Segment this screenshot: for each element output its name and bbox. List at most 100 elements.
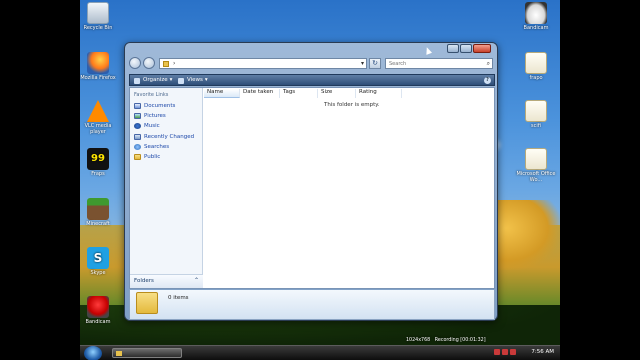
pictures-icon — [134, 113, 141, 119]
desktop-icon-label: Fraps — [91, 171, 105, 177]
desktop-icon-frapo[interactable]: frapo — [514, 52, 558, 81]
chevron-down-icon[interactable]: ▾ — [361, 60, 364, 67]
chevron-right-icon: › — [173, 60, 176, 67]
system-tray — [492, 349, 516, 355]
window-titlebar[interactable] — [125, 43, 497, 55]
favorite-link-searches[interactable]: Searches — [134, 144, 169, 150]
favorite-link-label: Pictures — [144, 113, 166, 119]
desktop-icon-bandicam[interactable]: Bandicam — [76, 296, 120, 325]
desktop-icon-skype[interactable]: S Skype — [76, 247, 120, 276]
folders-toggle[interactable]: Folders ⌃ — [130, 274, 203, 288]
desktop-icon-label: scifi — [531, 123, 541, 129]
desktop-icon-office-doc[interactable]: Microsoft Office Wo... — [514, 148, 558, 183]
folders-label: Folders — [134, 278, 154, 284]
favorite-link-recently-changed[interactable]: Recently Changed — [134, 134, 194, 140]
favorite-link-documents[interactable]: Documents — [134, 103, 175, 109]
tray-icon[interactable] — [510, 349, 516, 355]
favorite-link-pictures[interactable]: Pictures — [134, 113, 166, 119]
organize-icon — [134, 77, 140, 84]
navigation-pane: Favorite Links Documents Pictures Music … — [130, 88, 203, 288]
desktop-icon-vlc[interactable]: VLC media player — [76, 100, 120, 135]
favorite-link-label: Documents — [144, 103, 176, 109]
desktop-icon-recycle-bin[interactable]: Recycle Bin — [76, 2, 120, 31]
organize-label: Organize — [143, 77, 168, 83]
tray-icon[interactable] — [502, 349, 508, 355]
desktop-icon-label: Skype — [90, 270, 106, 276]
favorite-link-music[interactable]: Music — [134, 123, 160, 129]
office-doc-icon — [525, 148, 547, 170]
favorite-link-label: Recently Changed — [144, 134, 195, 140]
views-label: Views — [187, 77, 203, 83]
favorite-link-public[interactable]: Public — [134, 154, 160, 160]
favorite-links-title: Favorite Links — [134, 92, 169, 98]
tray-icon[interactable] — [494, 349, 500, 355]
taskbar-explorer-item[interactable] — [112, 348, 182, 358]
column-header-date-taken[interactable]: Date taken — [240, 89, 280, 98]
organize-button[interactable]: Organize ▾ — [134, 76, 172, 85]
folder-icon — [163, 61, 169, 67]
recording-status: 1024x768 Recording [00:01:32] — [406, 338, 486, 343]
public-folder-icon — [134, 154, 141, 160]
vlc-icon — [87, 100, 109, 122]
folder-icon — [116, 351, 122, 356]
desktop-icon-fraps[interactable]: 99 Fraps — [76, 148, 120, 177]
views-icon — [178, 77, 184, 84]
refresh-button[interactable]: ↻ — [369, 58, 381, 69]
recycle-bin-icon — [87, 2, 109, 24]
music-icon — [134, 123, 141, 129]
search-icon[interactable]: ⌕ — [487, 60, 490, 68]
desktop-icon-label: Bandicam — [523, 25, 549, 31]
favorite-link-label: Searches — [144, 144, 170, 150]
recording-text: Recording [00:01:32] — [434, 338, 486, 343]
resolution-text: 1024x768 — [406, 338, 431, 343]
text-file-icon — [525, 100, 547, 122]
taskbar-clock[interactable]: 7:56 AM — [531, 349, 554, 355]
letterbox-left — [0, 0, 80, 360]
views-button[interactable]: Views ▾ — [178, 76, 208, 85]
desktop-icon-minecraft[interactable]: Minecraft — [76, 198, 120, 227]
explorer-window: › ▾ ↻ ⌕ Organize ▾ Views ▾ ? Favorite Li… — [124, 42, 498, 321]
start-orb-button[interactable] — [84, 346, 102, 360]
documents-icon — [134, 103, 141, 109]
close-button[interactable] — [473, 44, 491, 53]
column-header-size[interactable]: Size — [318, 89, 356, 98]
help-icon[interactable]: ? — [484, 77, 491, 84]
taskbar: 7:56 AM — [80, 345, 560, 360]
column-header-name[interactable]: Name — [204, 89, 240, 98]
item-count: 0 items — [168, 295, 189, 301]
command-toolbar: Organize ▾ Views ▾ ? — [129, 74, 495, 86]
maximize-button[interactable] — [460, 44, 472, 53]
navigation-row: › ▾ ↻ ⌕ — [129, 57, 493, 71]
chevron-down-icon: ▾ — [204, 77, 208, 83]
favorite-link-label: Public — [144, 154, 161, 160]
empty-folder-message: This folder is empty. — [324, 102, 380, 108]
minimize-button[interactable] — [447, 44, 459, 53]
desktop-icon-bandicam-right[interactable]: Bandicam — [514, 2, 558, 31]
column-header-rating[interactable]: Rating — [356, 89, 402, 98]
recently-changed-icon — [134, 134, 141, 140]
chevron-up-icon: ⌃ — [193, 277, 199, 284]
explorer-content: Favorite Links Documents Pictures Music … — [129, 87, 495, 289]
address-bar[interactable]: › ▾ — [159, 58, 367, 69]
bandicam-icon — [87, 296, 109, 318]
forward-button[interactable] — [143, 57, 155, 69]
desktop-icon-label: VLC media player — [84, 123, 112, 135]
desktop-icon-label: frapo — [529, 75, 543, 81]
chevron-down-icon: ▾ — [169, 77, 173, 83]
search-box[interactable]: ⌕ — [385, 58, 493, 69]
desktop-icon-label: Recycle Bin — [83, 25, 113, 31]
back-button[interactable] — [129, 57, 141, 69]
fraps-icon: 99 — [87, 148, 109, 170]
hat-icon — [525, 2, 547, 24]
text-file-icon — [525, 52, 547, 74]
desktop-icon-firefox[interactable]: Mozilla Firefox — [76, 52, 120, 81]
folder-icon — [136, 292, 158, 314]
firefox-icon — [87, 52, 109, 74]
desktop-icon-scifi[interactable]: scifi — [514, 100, 558, 129]
column-headers: Name Date taken Tags Size Rating — [204, 88, 494, 98]
column-header-tags[interactable]: Tags — [280, 89, 318, 98]
searches-icon — [134, 144, 141, 150]
search-input[interactable] — [386, 59, 478, 68]
desktop-icon-label: Minecraft — [86, 221, 110, 227]
desktop-icon-label: Microsoft Office Wo... — [516, 171, 556, 183]
